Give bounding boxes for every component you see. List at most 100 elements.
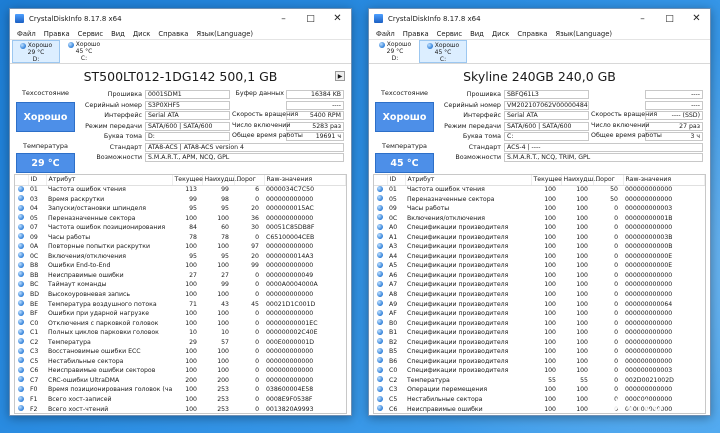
table-row[interactable]: B2 Спецификации производителя 100 100 0 … [374,338,705,348]
close-icon[interactable]: ✕ [324,9,351,28]
table-row[interactable]: 01 Частота ошибок чтения 100 100 50 0000… [374,185,705,195]
table-row[interactable]: 07 Частота ошибок позиционирования 84 60… [15,223,346,234]
table-row[interactable]: A8 Спецификации производителя 100 100 0 … [374,290,705,301]
column-header[interactable]: Порог [593,175,624,186]
health-status-badge[interactable]: Хорошо [375,102,434,132]
menu-item[interactable]: Файл [372,28,399,40]
next-disk-icon[interactable]: ▶ [335,71,345,81]
attr-raw: 000000000000 [266,348,314,356]
attribute-status-icon [377,214,383,221]
column-header[interactable]: ID [387,175,406,186]
table-row[interactable]: C0 Отключения с парковкой головок 100 10… [15,319,346,329]
table-row[interactable]: C2 Температура 55 55 0 002D0021002D [374,376,705,386]
table-row[interactable]: 09 Часы работы 78 78 0 C65100004CEB [15,233,346,243]
table-row[interactable]: 04 Запуски/остановки шпинделя 95 95 20 0… [15,204,346,215]
column-header[interactable]: Атрибут [46,175,173,186]
table-row[interactable]: B6 Спецификации производителя 100 100 0 … [374,357,705,367]
table-row[interactable]: F0 Время позиционирования головок (часы)… [15,385,346,396]
menu-item[interactable]: Язык(Language) [551,28,616,40]
drive-tab[interactable]: Хорошо 29 °C D: [12,40,60,63]
drive-tab[interactable]: Хорошо 45 °C C: [419,40,467,63]
table-row[interactable]: C3 Операции перемещения 100 100 0 000000… [374,385,705,396]
menu-item[interactable]: Вид [107,28,129,40]
menu-item[interactable]: Справка [154,28,192,40]
table-row[interactable]: A1 Спецификации производителя 100 100 0 … [374,233,705,243]
attr-current: 100 [185,367,197,375]
menu-item[interactable]: Диск [488,28,514,40]
table-row[interactable]: B0 Спецификации производителя 100 100 0 … [374,319,705,329]
menu-item[interactable]: Диск [129,28,155,40]
column-header[interactable]: Raw-значения [264,175,346,186]
table-row[interactable]: BC Таймаут команды 100 99 0 0000A0004000… [15,280,346,291]
info-row-serial: Серийный номер VM202107062V00000484 ---- [439,100,704,111]
column-header[interactable]: Текущее [531,175,562,186]
menu-item[interactable]: Файл [13,28,40,40]
table-row[interactable]: C1 Полных циклов парковки головок 10 10 … [15,328,346,339]
menu-item[interactable]: Правка [40,28,74,40]
maximize-icon[interactable]: □ [297,9,324,28]
table-row[interactable]: BE Температура воздушного потока 71 43 4… [15,300,346,310]
table-row[interactable]: A6 Спецификации производителя 100 100 0 … [374,271,705,281]
table-row[interactable]: A3 Спецификации производителя 100 100 0 … [374,242,705,253]
title-bar[interactable]: CrystalDiskInfo 8.17.8 x64 – □ ✕ [369,9,710,28]
mode-value: SATA/600 | SATA/600 [145,121,230,131]
table-row[interactable]: B5 Спецификации производителя 100 100 0 … [374,347,705,358]
menu-item[interactable]: Сервис [74,28,107,40]
table-row[interactable]: C0 Спецификации производителя 100 100 0 … [374,366,705,377]
table-row[interactable]: F1 Всего хост-записей 100 253 0 0008E9F0… [15,395,346,406]
table-row[interactable]: C2 Температура 29 57 0 000E0000001D [15,338,346,348]
table-row[interactable]: BB Неисправимые ошибки 27 27 0 000000000… [15,271,346,281]
column-header[interactable]: Порог [234,175,265,186]
drive-tab[interactable]: Хорошо 45 °C C: [60,40,108,63]
table-row[interactable]: 0A Повторные попытки раскрутки 100 100 9… [15,242,346,253]
close-icon[interactable]: ✕ [683,9,710,28]
column-header[interactable]: Наихудш... [561,175,599,186]
health-status-badge[interactable]: Хорошо [16,102,75,132]
column-header[interactable]: Текущее [172,175,203,186]
title-bar[interactable]: CrystalDiskInfo 8.17.8 x64 – □ ✕ [10,9,351,28]
table-row[interactable]: A7 Спецификации производителя 100 100 0 … [374,280,705,291]
table-row[interactable]: A5 Спецификации производителя 100 100 0 … [374,261,705,272]
table-row[interactable]: 05 Переназначенные сектора 100 100 50 00… [374,195,705,205]
table-row[interactable]: 0C Включения/отключения 100 100 0 000000… [374,214,705,224]
table-row[interactable]: 09 Часы работы 100 100 0 000000000003 [374,204,705,215]
table-row[interactable]: C5 Нестабильные сектора 100 100 0 000000… [15,357,346,367]
table-row[interactable]: 0C Включения/отключения 95 95 20 0000000… [15,252,346,262]
table-row[interactable]: F2 Всего хост-чтений 100 253 0 0013820A9… [15,405,346,413]
column-header[interactable]: ID [28,175,47,186]
table-row[interactable]: A0 Спецификации производителя 100 100 0 … [374,223,705,234]
table-row[interactable]: A4 Спецификации производителя 100 100 0 … [374,252,705,262]
minimize-icon[interactable]: – [270,9,297,28]
table-row[interactable]: A9 Спецификации производителя 100 100 0 … [374,300,705,310]
menu-item[interactable]: Правка [399,28,433,40]
table-row[interactable]: C6 Неисправимые ошибки секторов 100 100 … [15,366,346,377]
table-row[interactable]: B1 Спецификации производителя 100 100 0 … [374,328,705,339]
table-row[interactable]: 01 Частота ошибок чтения 113 99 6 000003… [15,185,346,195]
table-row[interactable]: C7 CRC-ошибки UltraDMA 200 200 0 0000000… [15,376,346,386]
table-row[interactable]: BD Высокоуровневая запись 100 100 0 0000… [15,290,346,301]
column-header[interactable]: Наихудш... [202,175,240,186]
column-header[interactable]: Raw-значения [623,175,705,186]
drive-tab[interactable]: Хорошо 29 °C D: [371,40,419,63]
menu-item[interactable]: Справка [513,28,551,40]
info-row-standard: Стандарт ACS-4 | ---- [439,142,704,153]
table-row[interactable]: C3 Восстановимые ошибки ECC 100 100 0 00… [15,347,346,358]
table-row[interactable]: 03 Время раскрутки 99 98 0 000000000000 [15,195,346,205]
menu-item[interactable]: Вид [466,28,488,40]
table-row[interactable]: BF Ошибки при ударной нагрузке 100 100 0… [15,309,346,320]
table-row[interactable]: 05 Переназначенные сектора 100 100 36 00… [15,214,346,224]
smart-table[interactable]: ID Атрибут Текущее Наихудш... Порог Raw-значе… [373,174,706,414]
attribute-status-icon [18,223,24,230]
table-row[interactable]: AF Спецификации производителя 100 100 0 … [374,309,705,320]
attr-raw: 000E0000001D [266,338,315,346]
letter-value: C: [504,132,589,141]
menu-item[interactable]: Язык(Language) [192,28,257,40]
attr-id: 05 [30,214,38,222]
column-header[interactable]: Атрибут [405,175,532,186]
minimize-icon[interactable]: – [629,9,656,28]
smart-table[interactable]: ID Атрибут Текущее Наихудш... Порог Raw-значе… [14,174,347,414]
serial-label: Серийный номер [84,100,142,109]
maximize-icon[interactable]: □ [656,9,683,28]
table-row[interactable]: B8 Ошибки End-to-End 100 100 99 00000000… [15,261,346,272]
menu-item[interactable]: Сервис [433,28,466,40]
